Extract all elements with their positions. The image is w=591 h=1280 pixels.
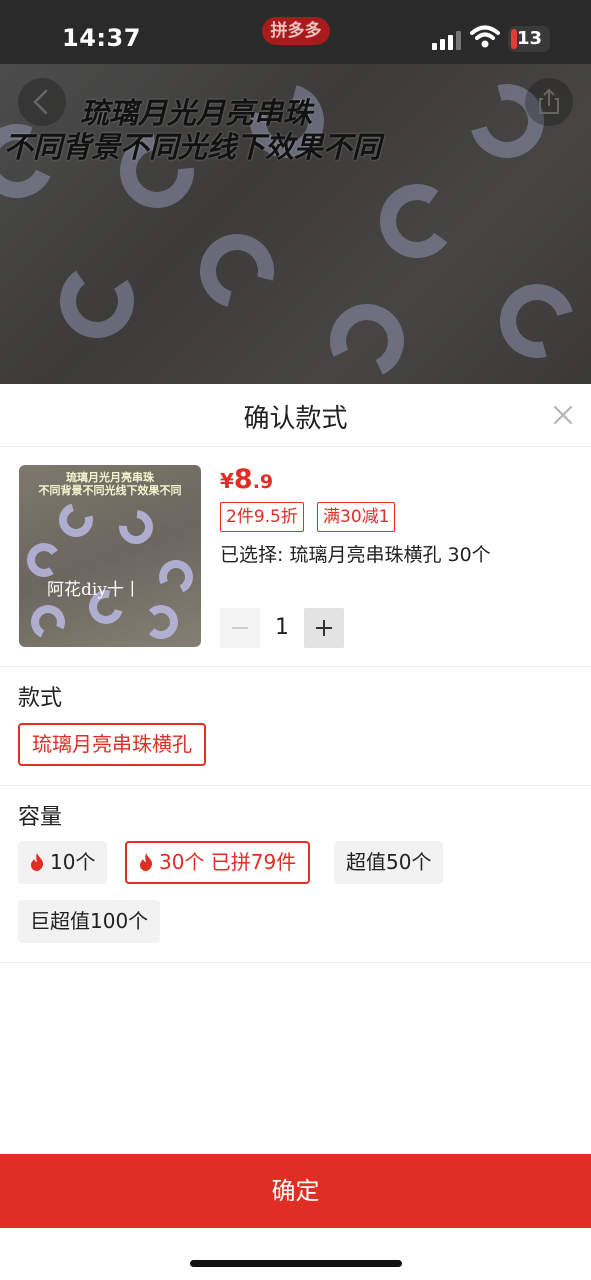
battery-level: 13: [517, 28, 543, 49]
hero-caption-line2: 不同背景不同光线下效果不同: [4, 130, 382, 164]
product-thumbnail[interactable]: 琉璃月光月亮串珠 不同背景不同光线下效果不同 阿花diy十丨: [19, 465, 201, 647]
sku-selection-sheet: 确认款式 琉璃月光月亮串珠 不同背景不同光线下效果不同 阿花diy十丨 ¥8.9…: [0, 384, 591, 1280]
hero-caption: 琉璃月光月亮串珠 不同背景不同光线下效果不同: [0, 96, 591, 164]
divider: [0, 666, 591, 667]
selected-summary: 已选择: 琉璃月亮串珠横孔 30个: [220, 544, 491, 566]
divider: [0, 962, 591, 963]
divider: [0, 785, 591, 786]
battery-icon: 13: [508, 26, 550, 52]
back-button[interactable]: [18, 78, 66, 126]
app-badge: 拼多多: [262, 17, 330, 45]
status-bar: 14:37 拼多多 13: [0, 0, 591, 64]
hero-caption-line1: 琉璃月光月亮串珠: [80, 96, 313, 130]
style-option-horizontal-hole[interactable]: 琉璃月亮串珠横孔: [18, 723, 206, 766]
flame-icon: [31, 853, 44, 871]
thumbnail-watermark: 阿花diy十丨: [47, 580, 141, 600]
capacity-section-label: 容量: [18, 805, 63, 830]
style-section-label: 款式: [18, 686, 63, 711]
flame-icon: [140, 853, 153, 871]
close-button[interactable]: [548, 400, 578, 430]
status-time: 14:37: [62, 24, 141, 52]
divider: [0, 446, 591, 447]
quantity-decrease-button[interactable]: [220, 608, 260, 648]
share-icon: [539, 88, 559, 114]
price: ¥8.9: [220, 464, 274, 495]
discount-tag: 2件9.5折: [220, 502, 304, 532]
capacity-option-50[interactable]: 超值50个: [334, 841, 444, 884]
confirm-button[interactable]: 确定: [0, 1154, 591, 1228]
minus-icon: [232, 627, 248, 629]
chevron-left-icon: [33, 89, 48, 115]
coupon-tag: 满30减1: [317, 502, 396, 532]
capacity-option-10[interactable]: 10个: [18, 841, 108, 884]
quantity-increase-button[interactable]: [304, 608, 344, 648]
close-icon: [553, 405, 573, 425]
sheet-title: 确认款式: [243, 404, 348, 434]
cellular-signal-icon: [432, 30, 462, 50]
capacity-option-100[interactable]: 巨超值100个: [18, 900, 161, 943]
quantity-value[interactable]: 1: [262, 608, 302, 648]
product-hero-image: 琉璃月光月亮串珠 不同背景不同光线下效果不同: [0, 64, 591, 384]
capacity-option-30[interactable]: 30个 已拼79件: [125, 841, 311, 884]
home-indicator[interactable]: [190, 1260, 402, 1267]
thumbnail-caption: 琉璃月光月亮串珠 不同背景不同光线下效果不同: [38, 471, 182, 497]
wifi-icon: [470, 25, 500, 48]
share-button[interactable]: [525, 78, 573, 126]
